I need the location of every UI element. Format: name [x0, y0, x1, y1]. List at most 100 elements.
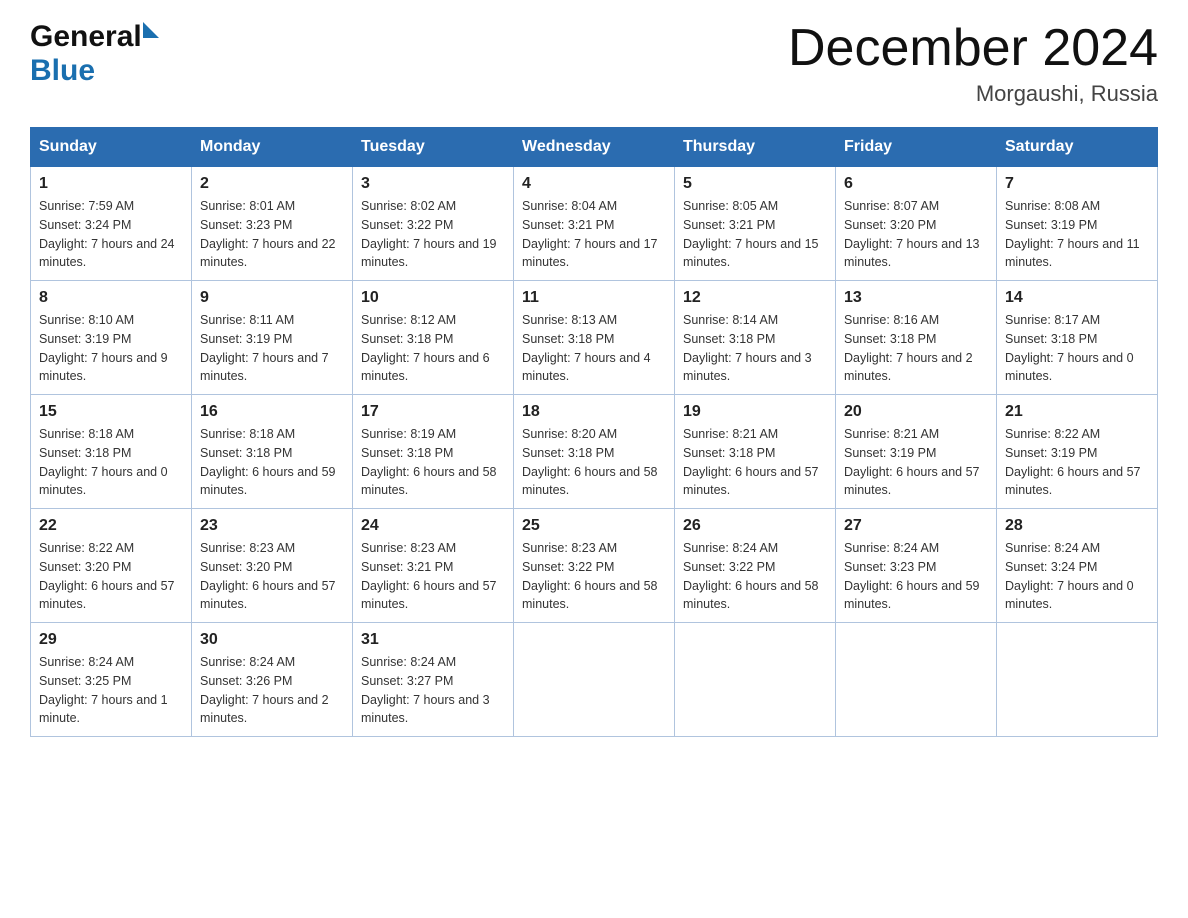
- day-number: 18: [522, 403, 666, 421]
- header-row: SundayMondayTuesdayWednesdayThursdayFrid…: [31, 128, 1158, 167]
- day-number: 5: [683, 175, 827, 193]
- day-info: Sunrise: 8:24 AMSunset: 3:24 PMDaylight:…: [1005, 539, 1149, 614]
- calendar-cell: 30 Sunrise: 8:24 AMSunset: 3:26 PMDayligh…: [192, 623, 353, 737]
- day-info: Sunrise: 8:18 AMSunset: 3:18 PMDaylight:…: [39, 425, 183, 500]
- month-title: December 2024: [788, 20, 1158, 77]
- day-number: 24: [361, 517, 505, 535]
- logo-general-text: General: [30, 20, 142, 54]
- day-number: 29: [39, 631, 183, 649]
- day-info: Sunrise: 8:23 AMSunset: 3:20 PMDaylight:…: [200, 539, 344, 614]
- day-number: 21: [1005, 403, 1149, 421]
- day-number: 3: [361, 175, 505, 193]
- day-number: 30: [200, 631, 344, 649]
- day-info: Sunrise: 8:12 AMSunset: 3:18 PMDaylight:…: [361, 311, 505, 386]
- day-number: 27: [844, 517, 988, 535]
- day-number: 20: [844, 403, 988, 421]
- day-number: 8: [39, 289, 183, 307]
- day-number: 16: [200, 403, 344, 421]
- day-info: Sunrise: 8:24 AMSunset: 3:25 PMDaylight:…: [39, 653, 183, 728]
- logo-arrow-icon: [143, 22, 159, 38]
- day-info: Sunrise: 8:04 AMSunset: 3:21 PMDaylight:…: [522, 197, 666, 272]
- page-header: General Blue December 2024 Morgaushi, Ru…: [30, 20, 1158, 107]
- day-number: 12: [683, 289, 827, 307]
- calendar-table: SundayMondayTuesdayWednesdayThursdayFrid…: [30, 127, 1158, 737]
- day-info: Sunrise: 8:20 AMSunset: 3:18 PMDaylight:…: [522, 425, 666, 500]
- title-block: December 2024 Morgaushi, Russia: [788, 20, 1158, 107]
- calendar-cell: 7 Sunrise: 8:08 AMSunset: 3:19 PMDaylight…: [997, 167, 1158, 281]
- day-number: 10: [361, 289, 505, 307]
- day-info: Sunrise: 8:18 AMSunset: 3:18 PMDaylight:…: [200, 425, 344, 500]
- calendar-cell: 21 Sunrise: 8:22 AMSunset: 3:19 PMDayligh…: [997, 395, 1158, 509]
- col-header-tuesday: Tuesday: [353, 128, 514, 167]
- day-info: Sunrise: 8:11 AMSunset: 3:19 PMDaylight:…: [200, 311, 344, 386]
- logo: General Blue: [30, 20, 159, 88]
- day-number: 9: [200, 289, 344, 307]
- day-number: 28: [1005, 517, 1149, 535]
- calendar-cell: 20 Sunrise: 8:21 AMSunset: 3:19 PMDayligh…: [836, 395, 997, 509]
- day-info: Sunrise: 8:24 AMSunset: 3:26 PMDaylight:…: [200, 653, 344, 728]
- calendar-cell: 3 Sunrise: 8:02 AMSunset: 3:22 PMDaylight…: [353, 167, 514, 281]
- week-row-2: 8 Sunrise: 8:10 AMSunset: 3:19 PMDaylight…: [31, 281, 1158, 395]
- calendar-cell: 9 Sunrise: 8:11 AMSunset: 3:19 PMDaylight…: [192, 281, 353, 395]
- day-number: 17: [361, 403, 505, 421]
- week-row-4: 22 Sunrise: 8:22 AMSunset: 3:20 PMDayligh…: [31, 509, 1158, 623]
- calendar-cell: 27Sunrise: 8:24 AMSunset: 3:23 PMDayligh…: [836, 509, 997, 623]
- col-header-saturday: Saturday: [997, 128, 1158, 167]
- day-number: 2: [200, 175, 344, 193]
- day-number: 26: [683, 517, 827, 535]
- day-info: Sunrise: 8:22 AMSunset: 3:20 PMDaylight:…: [39, 539, 183, 614]
- calendar-cell: 19Sunrise: 8:21 AMSunset: 3:18 PMDayligh…: [675, 395, 836, 509]
- calendar-cell: 12Sunrise: 8:14 AMSunset: 3:18 PMDayligh…: [675, 281, 836, 395]
- day-info: Sunrise: 8:21 AMSunset: 3:19 PMDaylight:…: [844, 425, 988, 500]
- day-info: Sunrise: 8:22 AMSunset: 3:19 PMDaylight:…: [1005, 425, 1149, 500]
- calendar-cell: 17 Sunrise: 8:19 AMSunset: 3:18 PMDayligh…: [353, 395, 514, 509]
- day-info: Sunrise: 8:07 AMSunset: 3:20 PMDaylight:…: [844, 197, 988, 272]
- calendar-cell: 25Sunrise: 8:23 AMSunset: 3:22 PMDayligh…: [514, 509, 675, 623]
- day-number: 25: [522, 517, 666, 535]
- day-number: 22: [39, 517, 183, 535]
- col-header-friday: Friday: [836, 128, 997, 167]
- day-info: Sunrise: 8:02 AMSunset: 3:22 PMDaylight:…: [361, 197, 505, 272]
- logo-blue-text: Blue: [30, 54, 95, 88]
- calendar-cell: 22 Sunrise: 8:22 AMSunset: 3:20 PMDayligh…: [31, 509, 192, 623]
- calendar-cell: 18 Sunrise: 8:20 AMSunset: 3:18 PMDayligh…: [514, 395, 675, 509]
- calendar-cell: 13 Sunrise: 8:16 AMSunset: 3:18 PMDayligh…: [836, 281, 997, 395]
- calendar-cell: 1Sunrise: 7:59 AMSunset: 3:24 PMDaylight…: [31, 167, 192, 281]
- calendar-cell: 8 Sunrise: 8:10 AMSunset: 3:19 PMDaylight…: [31, 281, 192, 395]
- day-number: 7: [1005, 175, 1149, 193]
- day-number: 4: [522, 175, 666, 193]
- day-info: Sunrise: 8:24 AMSunset: 3:22 PMDaylight:…: [683, 539, 827, 614]
- calendar-cell: 28 Sunrise: 8:24 AMSunset: 3:24 PMDayligh…: [997, 509, 1158, 623]
- day-info: Sunrise: 8:05 AMSunset: 3:21 PMDaylight:…: [683, 197, 827, 272]
- calendar-header: SundayMondayTuesdayWednesdayThursdayFrid…: [31, 128, 1158, 167]
- calendar-cell: 26 Sunrise: 8:24 AMSunset: 3:22 PMDayligh…: [675, 509, 836, 623]
- calendar-cell: 6 Sunrise: 8:07 AMSunset: 3:20 PMDaylight…: [836, 167, 997, 281]
- calendar-cell: 14Sunrise: 8:17 AMSunset: 3:18 PMDayligh…: [997, 281, 1158, 395]
- day-info: Sunrise: 8:16 AMSunset: 3:18 PMDaylight:…: [844, 311, 988, 386]
- col-header-sunday: Sunday: [31, 128, 192, 167]
- day-info: Sunrise: 8:17 AMSunset: 3:18 PMDaylight:…: [1005, 311, 1149, 386]
- calendar-cell: [997, 623, 1158, 737]
- calendar-cell: [836, 623, 997, 737]
- day-number: 15: [39, 403, 183, 421]
- day-info: Sunrise: 8:13 AMSunset: 3:18 PMDaylight:…: [522, 311, 666, 386]
- day-info: Sunrise: 8:23 AMSunset: 3:21 PMDaylight:…: [361, 539, 505, 614]
- calendar-cell: [514, 623, 675, 737]
- day-number: 1: [39, 175, 183, 193]
- day-number: 13: [844, 289, 988, 307]
- day-number: 6: [844, 175, 988, 193]
- calendar-cell: 24 Sunrise: 8:23 AMSunset: 3:21 PMDayligh…: [353, 509, 514, 623]
- day-number: 19: [683, 403, 827, 421]
- col-header-thursday: Thursday: [675, 128, 836, 167]
- calendar-cell: 16 Sunrise: 8:18 AMSunset: 3:18 PMDayligh…: [192, 395, 353, 509]
- calendar-cell: 10 Sunrise: 8:12 AMSunset: 3:18 PMDayligh…: [353, 281, 514, 395]
- calendar-cell: 11Sunrise: 8:13 AMSunset: 3:18 PMDayligh…: [514, 281, 675, 395]
- calendar-cell: 29 Sunrise: 8:24 AMSunset: 3:25 PMDayligh…: [31, 623, 192, 737]
- day-info: Sunrise: 8:08 AMSunset: 3:19 PMDaylight:…: [1005, 197, 1149, 272]
- day-info: Sunrise: 8:19 AMSunset: 3:18 PMDaylight:…: [361, 425, 505, 500]
- calendar-cell: [675, 623, 836, 737]
- day-info: Sunrise: 8:24 AMSunset: 3:27 PMDaylight:…: [361, 653, 505, 728]
- day-info: Sunrise: 8:10 AMSunset: 3:19 PMDaylight:…: [39, 311, 183, 386]
- col-header-monday: Monday: [192, 128, 353, 167]
- day-info: Sunrise: 8:01 AMSunset: 3:23 PMDaylight:…: [200, 197, 344, 272]
